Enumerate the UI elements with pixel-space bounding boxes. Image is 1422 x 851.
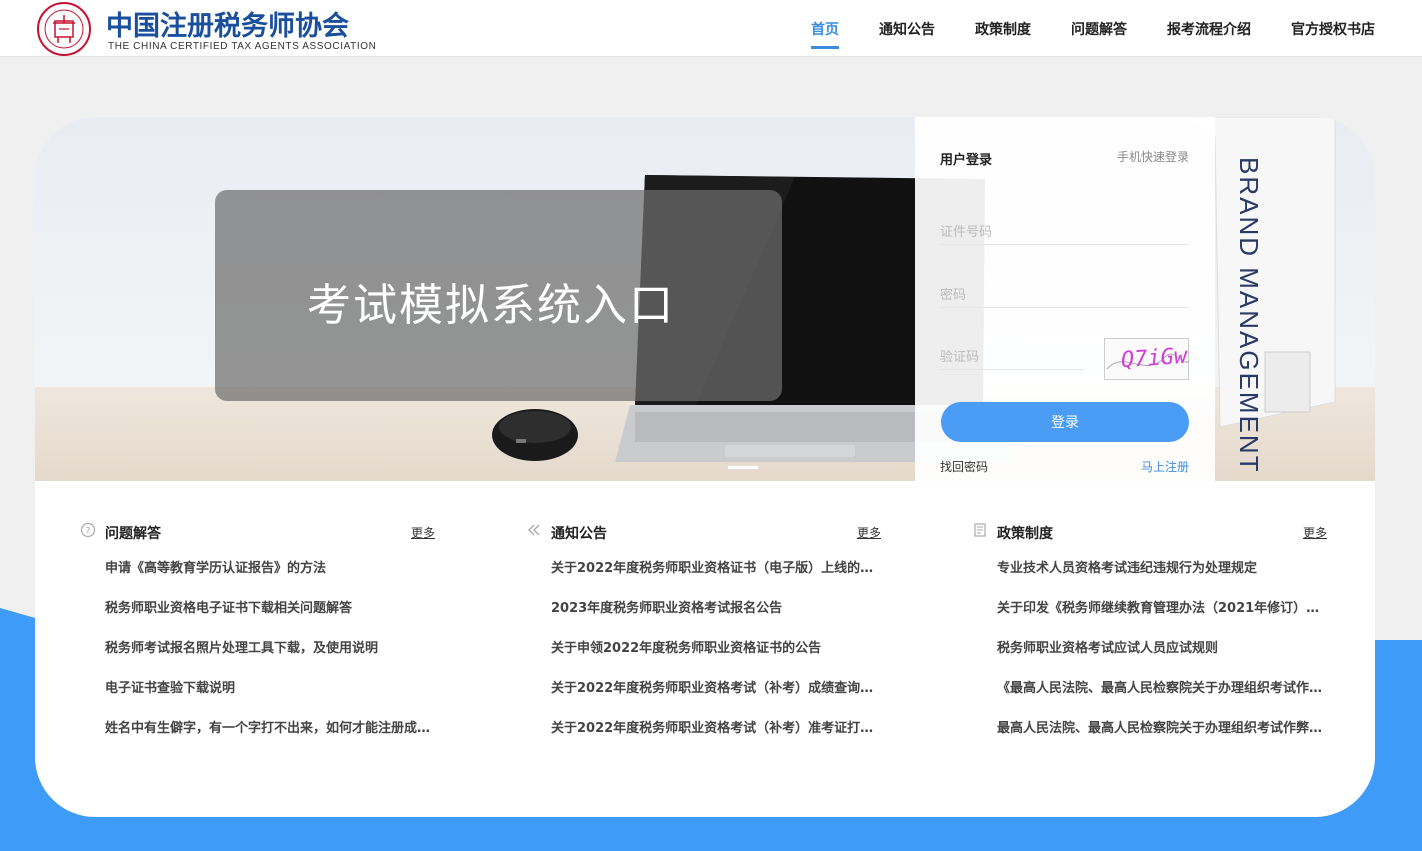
logo-subtitle: THE CHINA CERTIFIED TAX AGENTS ASSOCIATI… — [108, 41, 377, 52]
list-item[interactable]: 关于印发《税务师继续教育管理办法（2021年修订）… — [997, 597, 1349, 617]
list-item[interactable]: 关于2022年度税务师职业资格考试（补考）成绩查询… — [551, 677, 896, 697]
list-item[interactable]: 2023年度税务师职业资格考试报名公告 — [551, 597, 896, 617]
login-title[interactable]: 用户登录 — [940, 149, 992, 168]
id-number-input[interactable] — [940, 221, 1188, 245]
question-circle-icon: ? — [80, 522, 96, 538]
faq-title: 问题解答 — [105, 526, 161, 542]
policy-section: 政策制度 更多 专业技术人员资格考试违纪违规行为处理规定 关于印发《税务师继续教… — [972, 517, 1352, 736]
main-card: BRAND MANAGEMENT 考试模拟系统入口 用户登录 手机快速登录 Q7… — [35, 117, 1375, 817]
faq-header: ? 问题解答 更多 — [80, 517, 460, 545]
faq-more-link[interactable]: 更多 — [411, 524, 435, 541]
list-item[interactable]: 申请《高等教育学历认证报告》的方法 — [105, 557, 460, 577]
faq-section: ? 问题解答 更多 申请《高等教育学历认证报告》的方法 税务师职业资格电子证书下… — [80, 517, 460, 736]
captcha-text: Q7iGw — [1120, 343, 1189, 374]
list-item[interactable]: 税务师职业资格电子证书下载相关问题解答 — [105, 597, 460, 617]
nav-faq[interactable]: 问题解答 — [1071, 19, 1127, 39]
list-item[interactable]: 关于2022年度税务师职业资格考试（补考）准考证打… — [551, 717, 896, 737]
nav-home[interactable]: 首页 — [811, 19, 839, 39]
list-item[interactable]: 税务师考试报名照片处理工具下载，及使用说明 — [105, 637, 460, 657]
list-item[interactable]: 税务师职业资格考试应试人员应试规则 — [997, 637, 1349, 657]
list-item[interactable]: 电子证书查验下载说明 — [105, 677, 460, 697]
password-input[interactable] — [940, 284, 1188, 308]
nav-active-indicator — [811, 46, 839, 49]
association-seal-logo[interactable] — [36, 1, 92, 57]
svg-text:?: ? — [86, 527, 91, 537]
nav-policy[interactable]: 政策制度 — [975, 19, 1031, 39]
register-link[interactable]: 马上注册 — [1141, 458, 1189, 475]
login-panel: 用户登录 手机快速登录 Q7iGw 登录 找回密码 马上注册 — [915, 117, 1215, 481]
captcha-image[interactable]: Q7iGw — [1104, 338, 1190, 380]
list-item[interactable]: 姓名中有生僻字，有一个字打不出来，如何才能注册成… — [105, 717, 460, 737]
banner-title[interactable]: 考试模拟系统入口 — [307, 269, 675, 333]
notices-more-link[interactable]: 更多 — [857, 524, 881, 541]
notices-section: 通知公告 更多 关于2022年度税务师职业资格证书（电子版）上线的… 2023年… — [526, 517, 906, 736]
nav-bookstore[interactable]: 官方授权书店 — [1291, 19, 1375, 39]
phone-login-link[interactable]: 手机快速登录 — [1117, 148, 1189, 165]
policy-more-link[interactable]: 更多 — [1303, 524, 1327, 541]
forgot-password-link[interactable]: 找回密码 — [940, 458, 988, 475]
notices-header: 通知公告 更多 — [526, 517, 906, 545]
banner-carousel[interactable]: BRAND MANAGEMENT 考试模拟系统入口 用户登录 手机快速登录 Q7… — [35, 117, 1375, 481]
list-item[interactable]: 最高人民法院、最高人民检察院关于办理组织考试作弊… — [997, 717, 1349, 737]
list-item[interactable]: 专业技术人员资格考试违纪违规行为处理规定 — [997, 557, 1349, 577]
list-item[interactable]: 关于2022年度税务师职业资格证书（电子版）上线的… — [551, 557, 896, 577]
captcha-input[interactable] — [940, 346, 1084, 370]
logo-title[interactable]: 中国注册税务师协会 — [106, 4, 349, 43]
document-icon — [972, 522, 988, 538]
double-chevron-left-icon — [526, 522, 542, 538]
nav-notices[interactable]: 通知公告 — [879, 19, 935, 39]
site-header: 中国注册税务师协会 THE CHINA CERTIFIED TAX AGENTS… — [0, 0, 1422, 57]
list-item[interactable]: 《最高人民法院、最高人民检察院关于办理组织考试作… — [997, 677, 1349, 697]
carousel-indicator[interactable] — [728, 466, 758, 469]
nav-exam-process[interactable]: 报考流程介绍 — [1167, 19, 1251, 39]
list-item[interactable]: 关于申领2022年度税务师职业资格证书的公告 — [551, 637, 896, 657]
notices-title: 通知公告 — [551, 526, 607, 542]
login-button[interactable]: 登录 — [941, 402, 1189, 442]
policy-title: 政策制度 — [997, 526, 1053, 542]
book-spine-text: BRAND MANAGEMENT — [1234, 157, 1264, 474]
policy-header: 政策制度 更多 — [972, 517, 1352, 545]
